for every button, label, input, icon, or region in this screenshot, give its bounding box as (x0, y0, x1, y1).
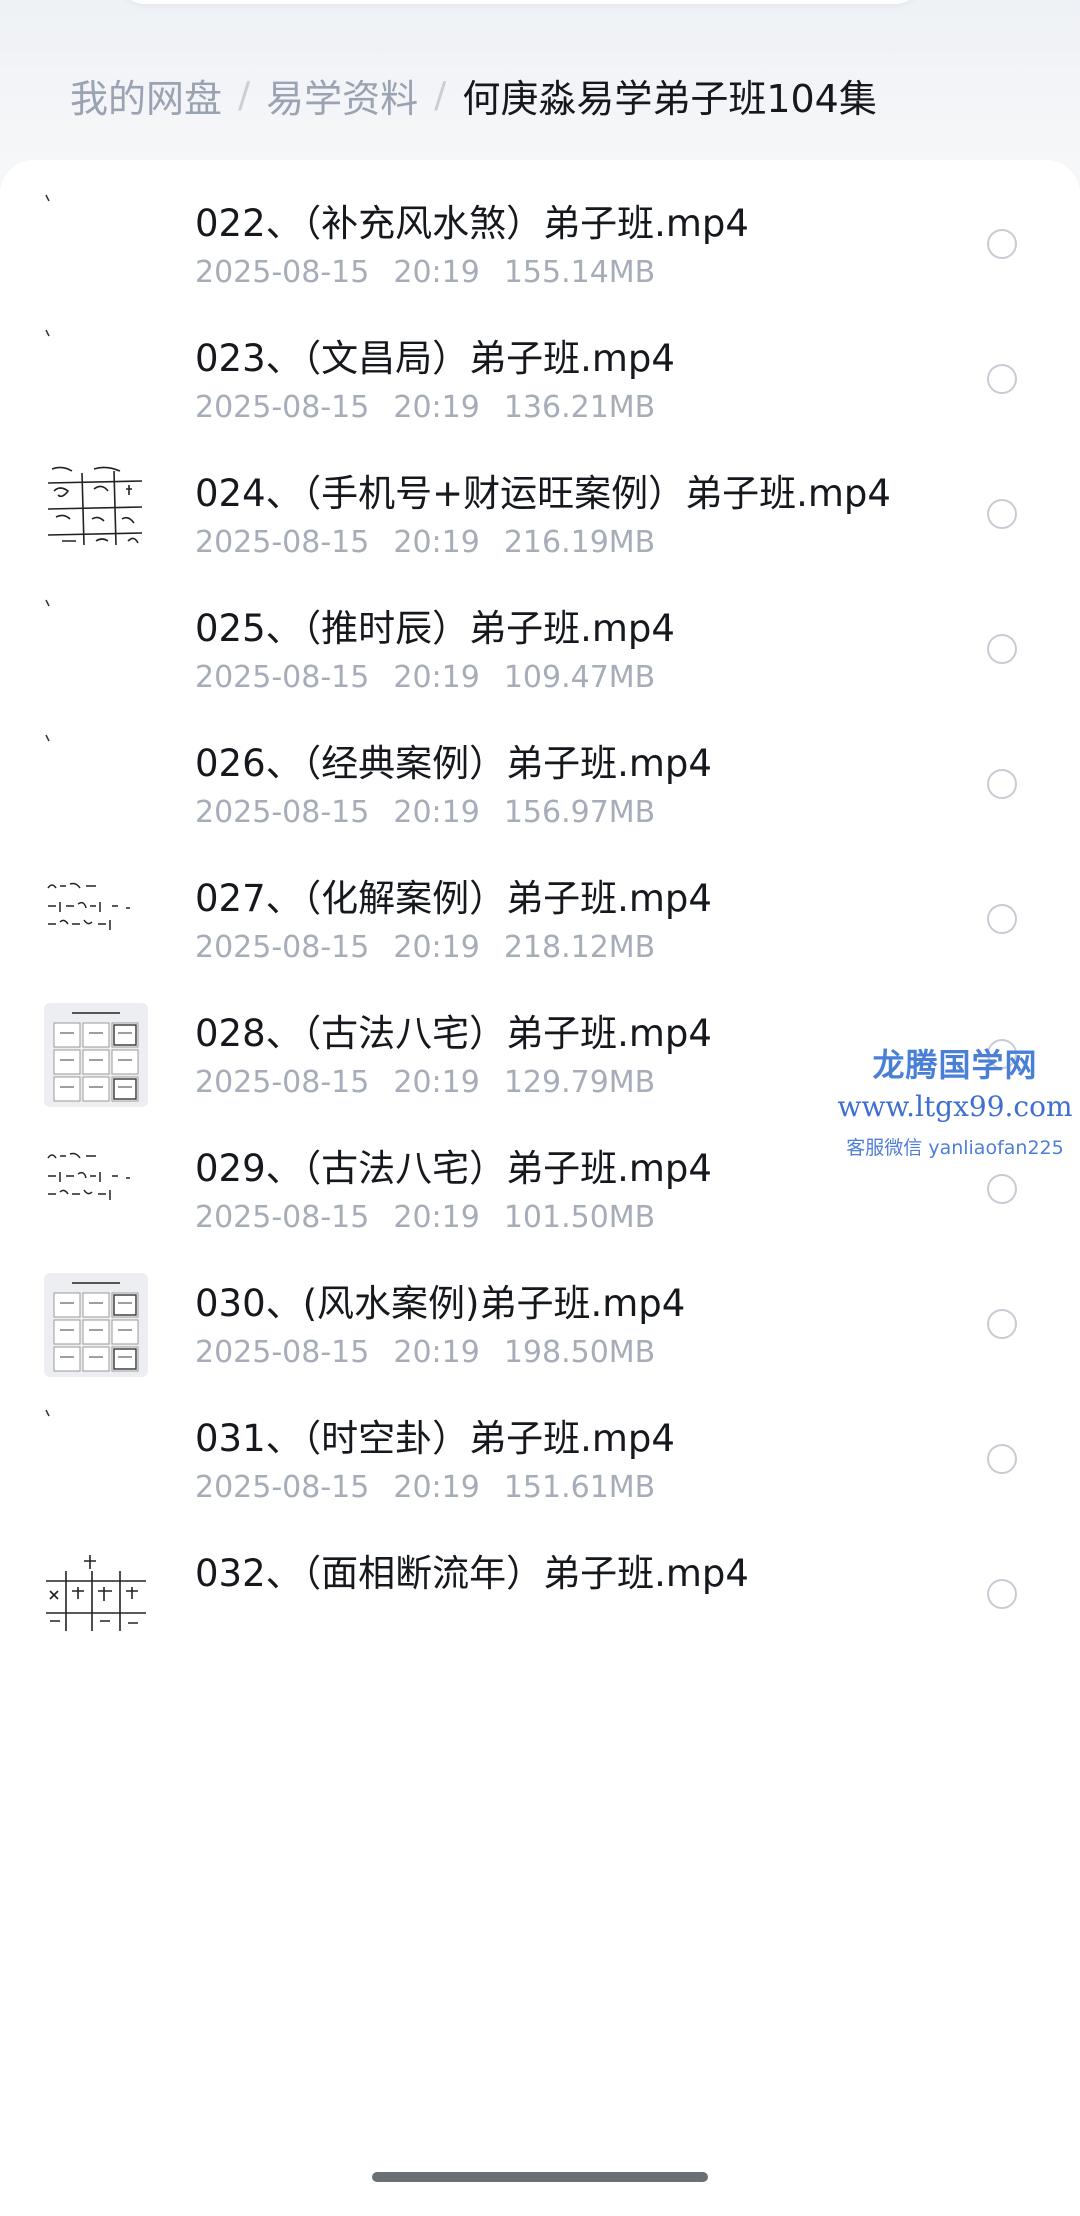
file-time: 20:19 (393, 390, 480, 425)
select-radio[interactable] (987, 1174, 1017, 1204)
file-thumbnail (42, 1271, 150, 1379)
file-meta: 2025-08-15 20:19 109.47MB (195, 660, 679, 695)
file-size: 151.61MB (503, 1470, 656, 1505)
file-name: 025、（推时辰）弟子班.mp4 (195, 607, 675, 650)
file-thumbnail (42, 191, 150, 299)
file-date: 2025-08-15 (195, 660, 370, 695)
file-time: 20:19 (393, 1065, 480, 1100)
file-meta: 2025-08-15 20:19 216.19MB (195, 525, 679, 560)
file-date: 2025-08-15 (195, 1200, 370, 1235)
file-date: 2025-08-15 (195, 255, 370, 290)
file-list-item[interactable]: 032、（面相断流年）弟子班.mp4 (0, 1537, 1080, 1727)
file-date: 2025-08-15 (195, 1335, 370, 1370)
file-size: 129.79MB (503, 1065, 656, 1100)
select-radio[interactable] (987, 499, 1017, 529)
file-thumbnail (42, 326, 150, 434)
file-name: 030、(风水案例)弟子班.mp4 (195, 1282, 686, 1325)
file-name: 027、（化解案例）弟子班.mp4 (195, 877, 712, 920)
file-thumbnail (42, 1136, 150, 1244)
select-radio[interactable] (987, 769, 1017, 799)
breadcrumb: 我的网盘 / 易学资料 / 何庚淼易学弟子班104集 (70, 68, 877, 123)
file-time: 20:19 (393, 525, 480, 560)
top-sheet-edge (120, 0, 920, 4)
file-meta: 2025-08-15 20:19 155.14MB (195, 255, 679, 290)
file-time: 20:19 (393, 1200, 480, 1235)
file-name: 024、（手机号+财运旺案例）弟子班.mp4 (195, 472, 891, 515)
file-size: 156.97MB (503, 795, 656, 830)
file-name: 031、（时空卦）弟子班.mp4 (195, 1417, 675, 1460)
breadcrumb-separator: / (238, 74, 251, 116)
file-size: 136.21MB (503, 390, 656, 425)
breadcrumb-folder[interactable]: 易学资料 (266, 68, 418, 123)
file-name: 023、（文昌局）弟子班.mp4 (195, 337, 675, 380)
file-date: 2025-08-15 (195, 390, 370, 425)
file-date: 2025-08-15 (195, 1470, 370, 1505)
file-meta: 2025-08-15 20:19 151.61MB (195, 1470, 679, 1505)
file-date: 2025-08-15 (195, 930, 370, 965)
file-size: 216.19MB (503, 525, 656, 560)
file-thumbnail (42, 1406, 150, 1514)
file-time: 20:19 (393, 930, 480, 965)
file-time: 20:19 (393, 795, 480, 830)
home-indicator[interactable] (372, 2172, 708, 2182)
file-thumbnail (42, 1541, 150, 1649)
file-date: 2025-08-15 (195, 1065, 370, 1100)
file-time: 20:19 (393, 1335, 480, 1370)
select-radio[interactable] (987, 904, 1017, 934)
select-radio[interactable] (987, 229, 1017, 259)
file-time: 20:19 (393, 660, 480, 695)
file-meta: 2025-08-15 20:19 156.97MB (195, 795, 679, 830)
select-radio[interactable] (987, 1039, 1017, 1069)
file-name: 029、（古法八宅）弟子班.mp4 (195, 1147, 712, 1190)
file-size: 109.47MB (503, 660, 656, 695)
file-meta: 2025-08-15 20:19 101.50MB (195, 1200, 679, 1235)
file-thumbnail (42, 866, 150, 974)
file-date: 2025-08-15 (195, 795, 370, 830)
breadcrumb-current: 何庚淼易学弟子班104集 (462, 76, 877, 121)
file-browser-screen: 我的网盘 / 易学资料 / 何庚淼易学弟子班104集 022、（补充风水煞）弟子… (0, 0, 1080, 2216)
breadcrumb-separator: / (434, 74, 447, 116)
file-size: 155.14MB (503, 255, 656, 290)
select-radio[interactable] (987, 364, 1017, 394)
file-name: 022、（补充风水煞）弟子班.mp4 (195, 202, 749, 245)
file-meta: 2025-08-15 20:19 129.79MB (195, 1065, 679, 1100)
file-time: 20:19 (393, 255, 480, 290)
file-meta (195, 1605, 267, 1640)
file-name: 026、（经典案例）弟子班.mp4 (195, 742, 712, 785)
file-thumbnail (42, 461, 150, 569)
file-thumbnail (42, 596, 150, 704)
select-radio[interactable] (987, 634, 1017, 664)
file-thumbnail (42, 731, 150, 839)
breadcrumb-root[interactable]: 我的网盘 (70, 68, 222, 123)
file-name: 028、（古法八宅）弟子班.mp4 (195, 1012, 712, 1055)
file-size: 101.50MB (503, 1200, 656, 1235)
file-size: 218.12MB (503, 930, 656, 965)
file-name: 032、（面相断流年）弟子班.mp4 (195, 1552, 749, 1595)
file-thumbnail (42, 1001, 150, 1109)
file-meta: 2025-08-15 20:19 198.50MB (195, 1335, 679, 1370)
select-radio[interactable] (987, 1309, 1017, 1339)
file-date: 2025-08-15 (195, 525, 370, 560)
file-size: 198.50MB (503, 1335, 656, 1370)
select-radio[interactable] (987, 1579, 1017, 1609)
select-radio[interactable] (987, 1444, 1017, 1474)
file-meta: 2025-08-15 20:19 136.21MB (195, 390, 679, 425)
file-meta: 2025-08-15 20:19 218.12MB (195, 930, 679, 965)
file-time: 20:19 (393, 1470, 480, 1505)
